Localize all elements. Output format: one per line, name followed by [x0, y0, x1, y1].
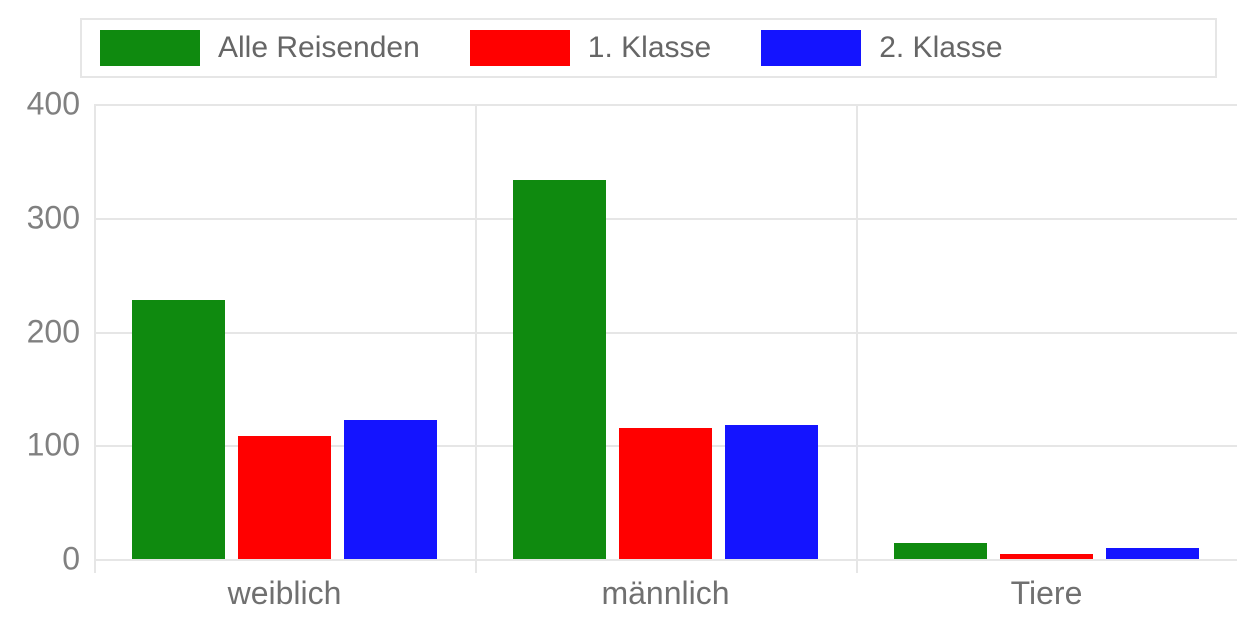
bar: [132, 300, 225, 559]
bar: [894, 543, 987, 559]
category-separator: [94, 104, 96, 573]
legend-label: 2. Klasse: [879, 31, 1002, 65]
y-tick-label: 300: [27, 199, 94, 236]
legend-swatch: [470, 30, 570, 66]
legend-item-1-klasse: 1. Klasse: [470, 30, 711, 66]
legend-label: 1. Klasse: [588, 31, 711, 65]
x-tick-label: männlich: [601, 559, 729, 612]
gridline: [94, 104, 1237, 106]
legend: Alle Reisenden 1. Klasse 2. Klasse: [80, 18, 1217, 78]
plot-area: 0100200300400weiblichmännlichTiere: [94, 104, 1237, 559]
y-tick-label: 100: [27, 427, 94, 464]
y-tick-label: 400: [27, 86, 94, 123]
bar: [619, 428, 712, 559]
legend-swatch: [761, 30, 861, 66]
legend-item-alle-reisenden: Alle Reisenden: [100, 30, 420, 66]
x-tick-label: weiblich: [228, 559, 342, 612]
x-tick-label: Tiere: [1011, 559, 1083, 612]
bar: [725, 425, 818, 559]
category-separator: [475, 104, 477, 573]
bar: [513, 180, 606, 559]
legend-swatch: [100, 30, 200, 66]
category-separator: [856, 104, 858, 573]
gridline: [94, 218, 1237, 220]
y-tick-label: 0: [62, 541, 94, 578]
bar: [1106, 548, 1199, 559]
bar: [238, 436, 331, 559]
y-tick-label: 200: [27, 313, 94, 350]
gridline: [94, 332, 1237, 334]
legend-label: Alle Reisenden: [218, 31, 420, 65]
bar: [1000, 554, 1093, 559]
legend-item-2-klasse: 2. Klasse: [761, 30, 1002, 66]
bar-chart: Alle Reisenden 1. Klasse 2. Klasse 01002…: [0, 0, 1257, 631]
bar: [344, 420, 437, 559]
